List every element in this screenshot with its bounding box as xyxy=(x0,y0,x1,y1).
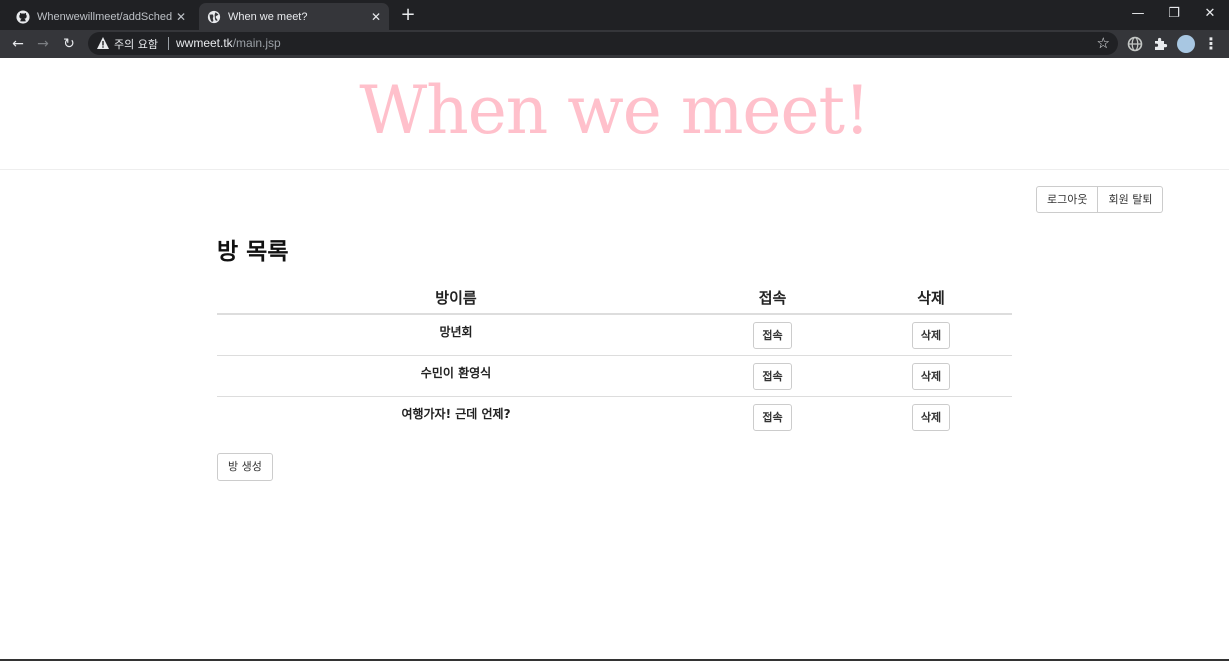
join-button[interactable]: 접속 xyxy=(753,362,792,390)
column-header-join: 접속 xyxy=(695,282,850,315)
back-button[interactable]: ← xyxy=(7,33,29,55)
join-button[interactable]: 접속 xyxy=(753,322,792,349)
delete-cell: 삭제 xyxy=(850,395,1012,437)
join-cell: 접속 xyxy=(695,395,850,437)
url-text[interactable]: wwmeet.tk/main.jsp xyxy=(176,36,281,50)
forward-button[interactable]: → xyxy=(32,33,54,55)
room-table: 방이름 접속 삭제 망년회 접속 삭제 수민이 환영식 접속 삭제 여행가자! … xyxy=(217,282,1012,437)
join-cell: 접속 xyxy=(695,354,850,396)
browser-tab-strip: Whenwewillmeet/addSchedule.j ✕ When we m… xyxy=(0,0,1229,30)
table-header-row: 방이름 접속 삭제 xyxy=(217,282,1012,315)
minimize-button[interactable]: — xyxy=(1120,0,1156,30)
delete-cell: 삭제 xyxy=(850,354,1012,396)
browser-tab-github[interactable]: Whenwewillmeet/addSchedule.j ✕ xyxy=(8,3,194,30)
github-icon xyxy=(16,9,30,24)
browser-toolbar: ← → ↻ 주의 요함 wwmeet.tk/main.jsp ☆ ⋮ xyxy=(0,30,1229,58)
column-header-delete: 삭제 xyxy=(850,282,1012,315)
room-name: 수민이 환영식 xyxy=(217,354,695,396)
withdraw-button[interactable]: 회원 탈퇴 xyxy=(1098,186,1164,213)
close-icon[interactable]: ✕ xyxy=(367,10,385,24)
page-content: When we meet! 로그아웃 회원 탈퇴 방 목록 방이름 접속 삭제 … xyxy=(0,58,1229,661)
join-button[interactable]: 접속 xyxy=(753,403,792,431)
url-host: wwmeet.tk xyxy=(176,36,233,50)
extensions-puzzle-icon[interactable] xyxy=(1151,35,1169,53)
omnibox-divider xyxy=(168,37,169,50)
delete-button[interactable]: 삭제 xyxy=(911,362,951,390)
join-cell: 접속 xyxy=(695,314,850,355)
bookmark-star-icon[interactable]: ☆ xyxy=(1097,34,1110,52)
restore-button[interactable]: ❐ xyxy=(1156,0,1192,30)
site-header: When we meet! xyxy=(0,58,1229,170)
url-path: /main.jsp xyxy=(232,36,281,50)
reload-button[interactable]: ↻ xyxy=(58,33,80,55)
table-row: 망년회 접속 삭제 xyxy=(217,314,1012,355)
tab-title: Whenwewillmeet/addSchedule.j xyxy=(37,10,172,23)
create-room-button[interactable]: 방 생성 xyxy=(217,453,273,481)
address-bar[interactable]: 주의 요함 wwmeet.tk/main.jsp ☆ xyxy=(88,32,1118,55)
delete-cell: 삭제 xyxy=(850,314,1012,355)
window-close-button[interactable]: ✕ xyxy=(1192,0,1228,30)
globe-extension-icon[interactable] xyxy=(1126,35,1144,53)
table-row: 여행가자! 근데 언제? 접속 삭제 xyxy=(217,395,1012,437)
logout-button[interactable]: 로그아웃 xyxy=(1036,186,1099,213)
warning-icon xyxy=(97,37,109,49)
security-status[interactable]: 주의 요함 xyxy=(114,36,158,52)
tab-title: When we meet? xyxy=(228,10,308,23)
profile-avatar[interactable] xyxy=(1177,35,1195,53)
close-icon[interactable]: ✕ xyxy=(172,10,190,24)
globe-icon xyxy=(207,10,221,23)
more-menu-icon[interactable]: ⋮ xyxy=(1203,33,1219,55)
site-title: When we meet! xyxy=(359,72,870,149)
room-list-heading: 방 목록 xyxy=(217,239,289,265)
room-name: 망년회 xyxy=(439,325,473,339)
column-header-name: 방이름 xyxy=(217,282,695,315)
new-tab-button[interactable]: + xyxy=(397,4,419,26)
table-row: 수민이 환영식 접속 삭제 xyxy=(217,354,1012,396)
account-button-group: 로그아웃 회원 탈퇴 xyxy=(1036,186,1164,213)
delete-button[interactable]: 삭제 xyxy=(911,322,951,349)
room-name: 여행가자! 근데 언제? xyxy=(217,395,695,437)
delete-button[interactable]: 삭제 xyxy=(911,403,951,431)
browser-tab-active[interactable]: When we meet? ✕ xyxy=(199,3,389,30)
